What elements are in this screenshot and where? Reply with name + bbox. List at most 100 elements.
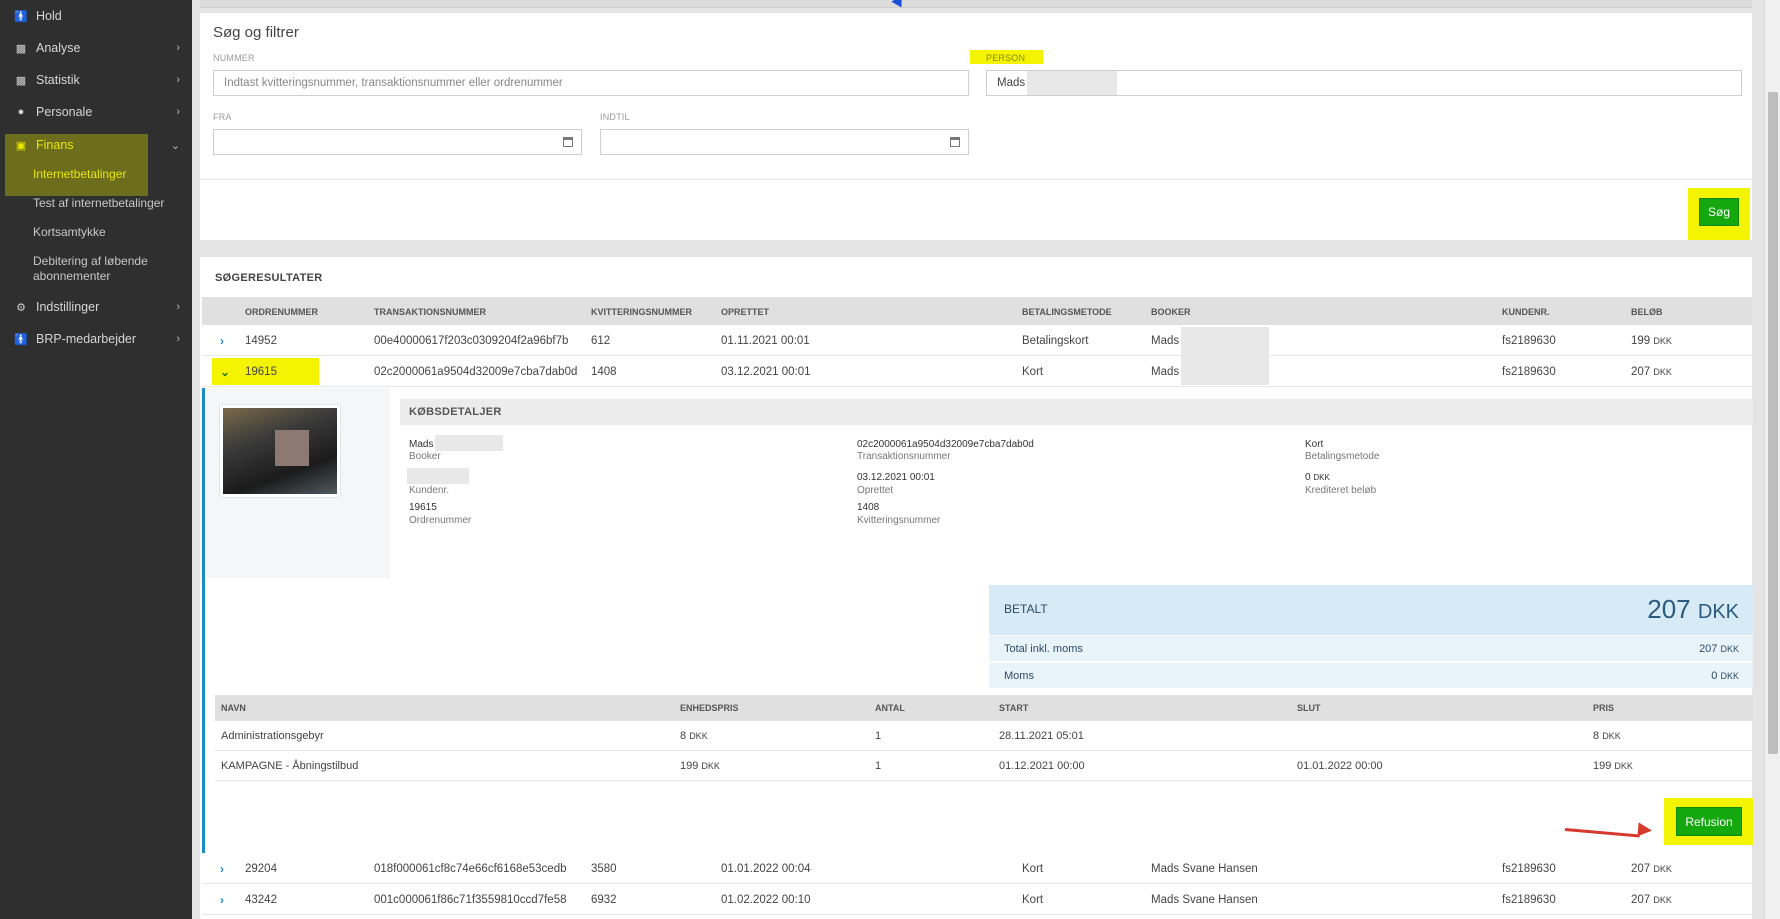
cell-booker: Mads [1151, 335, 1180, 347]
sidebar-item-finans[interactable]: ▣ Finans ⌄ [0, 131, 192, 159]
cell-order: 29204 [245, 863, 277, 875]
mouse-cursor-icon [891, 0, 907, 11]
calendar-icon[interactable] [950, 137, 960, 147]
booker-key: Booker [409, 451, 441, 462]
sidebar-item-label: Finans [36, 138, 74, 152]
chevron-right-icon: › [176, 106, 180, 118]
chevron-right-icon: › [176, 301, 180, 313]
col-oprettet[interactable]: OPRETTET [721, 307, 769, 317]
sidebar: 🚹 Hold ▩ Analyse › ▩ Statistik › ● Perso… [0, 0, 192, 919]
line-price: 199 DKK [1593, 760, 1633, 772]
scrollbar[interactable] [1764, 0, 1780, 919]
refund-button[interactable]: Refusion [1676, 807, 1742, 836]
col-kundenr[interactable]: KUNDENR. [1502, 307, 1550, 317]
col-antal: ANTAL [875, 703, 905, 713]
cell-transaction: 00e40000617f203c0309204f2a96bf7b [374, 335, 569, 347]
calendar-icon[interactable] [563, 137, 573, 147]
chevron-right-icon[interactable]: › [220, 893, 224, 907]
col-navn: NAVN [221, 703, 246, 713]
chevron-right-icon[interactable]: › [220, 862, 224, 876]
sidebar-sub-test-internetbetalinger[interactable]: Test af internetbetalinger [33, 196, 183, 211]
line-unit: 199 DKK [680, 760, 720, 772]
redacted-area [1027, 71, 1118, 95]
cell-receipt: 1408 [591, 366, 617, 378]
chevron-right-icon: › [176, 42, 180, 54]
sidebar-item-statistik[interactable]: ▩ Statistik › [0, 66, 192, 94]
person-input-value: Mads [997, 77, 1026, 89]
col-beloeb[interactable]: BELØB [1631, 307, 1663, 317]
cell-created: 01.01.2022 00:04 [721, 863, 811, 875]
person-label: PERSON [986, 53, 1026, 63]
table-row[interactable]: › 43242 001c000061f86c71f3559810ccd7fe58… [202, 885, 1752, 915]
scrollbar-thumb[interactable] [1768, 92, 1778, 754]
col-pris: PRIS [1593, 703, 1615, 713]
person-icon: ● [17, 106, 25, 118]
col-booker[interactable]: BOOKER [1151, 307, 1191, 317]
kundenr-key: Kundenr. [409, 485, 450, 496]
cell-receipt: 6932 [591, 894, 617, 906]
table-row-expanded[interactable]: ⌄ 19615 02c2000061a9504d32009e7cba7dab0d… [202, 335, 1752, 387]
search-button[interactable]: Søg [1699, 198, 1739, 226]
cell-customer: fs2189630 [1502, 863, 1556, 875]
cell-booker: Mads [1151, 366, 1180, 378]
line-price: 8 DKK [1593, 730, 1621, 742]
filter-panel: Søg og filtrer NUMMER Indtast kvittering… [200, 13, 1752, 240]
sidebar-item-personale[interactable]: ● Personale › [0, 98, 192, 126]
payment-summary: BETALT 207 DKK Total inkl. moms 207 DKK … [989, 585, 1753, 689]
person-input[interactable]: Mads [986, 70, 1742, 96]
sidebar-item-label: BRP-medarbejder [36, 332, 137, 346]
sidebar-item-brp-medarbejder[interactable]: 🚹 BRP-medarbejder › [0, 325, 192, 353]
sidebar-item-analyse[interactable]: ▩ Analyse › [0, 34, 192, 62]
chevron-down-icon: ⌄ [170, 140, 180, 152]
cell-receipt: 612 [591, 335, 611, 347]
method-value: Kort [1305, 439, 1324, 450]
col-kvitteringsnummer[interactable]: KVITTERINGSNUMMER [591, 307, 692, 317]
col-betalingsmetode[interactable]: BETALINGSMETODE [1022, 307, 1112, 317]
cell-transaction: 001c000061f86c71f3559810ccd7fe58 [374, 894, 567, 906]
moms-row: Moms 0 DKK [989, 662, 1753, 688]
face-blur [275, 430, 309, 466]
col-transaktionsnummer[interactable]: TRANSAKTIONSNUMMER [374, 307, 486, 317]
line-qty: 1 [875, 760, 882, 772]
sidebar-sub-debitering[interactable]: Debitering af løbende abonnementer [33, 254, 183, 284]
cell-booker: Mads Svane Hansen [1151, 863, 1258, 875]
sidebar-item-hold[interactable]: 🚹 Hold [0, 2, 192, 30]
table-row[interactable]: › 14952 00e40000617f203c0309204f2a96bf7b… [202, 326, 1752, 356]
fra-date-input[interactable] [213, 129, 582, 155]
money-icon: ▣ [15, 139, 27, 152]
cell-order: 43242 [245, 894, 277, 906]
sidebar-sub-internetbetalinger[interactable]: Internetbetalinger [33, 167, 183, 182]
cell-receipt: 3580 [591, 863, 617, 875]
purchase-details-header: KØBSDETALJER [400, 399, 1753, 425]
booker-value: Mads [409, 439, 434, 450]
cell-method: Betalingskort [1022, 335, 1089, 347]
created-key: Oprettet [857, 485, 894, 496]
line-item: KAMPAGNE - Åbningstilbud 199 DKK 1 01.12… [215, 752, 1753, 781]
chevron-down-icon[interactable]: ⌄ [220, 365, 230, 379]
redacted-area [435, 435, 503, 451]
cell-method: Kort [1022, 894, 1044, 906]
person-icon: 🚹 [14, 10, 28, 23]
chevron-right-icon[interactable]: › [220, 334, 224, 348]
receipt-key: Kvitteringsnummer [857, 515, 941, 526]
moms-label: Moms [1004, 670, 1034, 682]
cell-method: Kort [1022, 366, 1044, 378]
nummer-input[interactable]: Indtast kvitteringsnummer, transaktionsn… [213, 70, 969, 96]
sidebar-item-label: Personale [36, 105, 93, 119]
nummer-label: NUMMER [213, 53, 255, 63]
person-icon: 🚹 [14, 333, 28, 346]
cell-transaction: 02c2000061a9504d32009e7cba7dab0d [374, 366, 578, 378]
order-detail: KØBSDETALJER Mads Booker Kundenr. 19615 … [202, 388, 1753, 853]
fra-label: FRA [213, 112, 232, 122]
bar-chart-icon: ▩ [15, 74, 27, 87]
table-row[interactable]: › 29204 018f000061cf8c74e66cf6168e53cedb… [202, 854, 1752, 884]
indtil-date-input[interactable] [600, 129, 969, 155]
line-start: 28.11.2021 05:01 [999, 730, 1084, 742]
col-ordrenummer[interactable]: ORDRENUMMER [245, 307, 318, 317]
created-value: 03.12.2021 00:01 [857, 472, 935, 483]
cell-customer: fs2189630 [1502, 894, 1556, 906]
chevron-right-icon: › [176, 74, 180, 86]
sidebar-sub-kortsamtykke[interactable]: Kortsamtykke [33, 225, 183, 240]
sidebar-item-indstillinger[interactable]: ⚙ Indstillinger › [0, 293, 192, 321]
receipt-value: 1408 [857, 502, 880, 513]
